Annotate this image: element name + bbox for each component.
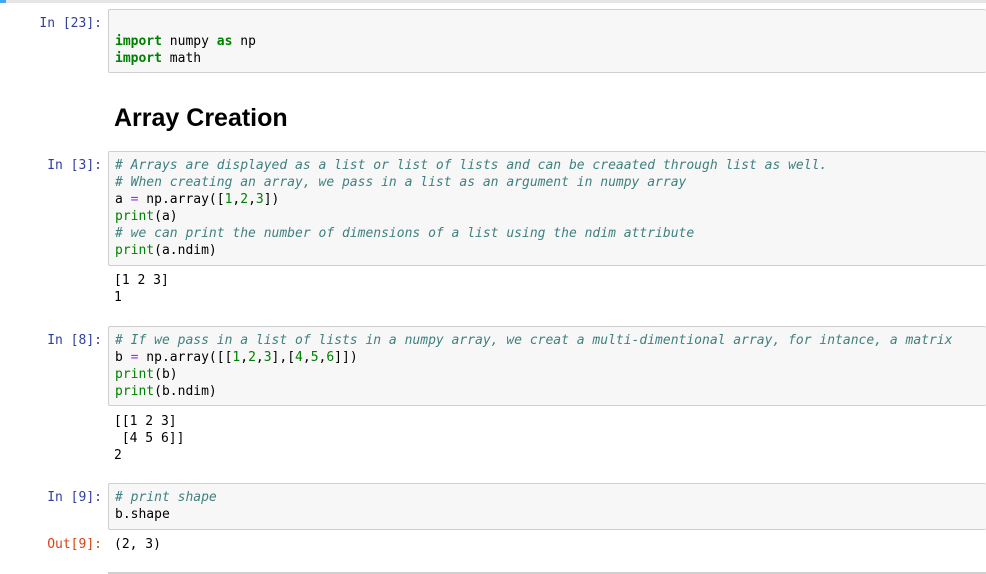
code-token: math (161, 51, 202, 66)
code-token: # Arrays are displayed as a list or list… (115, 158, 828, 173)
output-line: [1 2 3] (114, 273, 169, 288)
code-line: # we can print the number of dimensions … (115, 225, 827, 242)
code-token: 2 (240, 192, 249, 207)
code-token: , (255, 350, 264, 365)
cell-output: [[1 2 3] [4 5 6]] 2 (114, 413, 184, 464)
output-prompt: Out[9]: (47, 537, 102, 552)
code-token: numpy (161, 34, 217, 49)
code-token: , (302, 350, 311, 365)
code-token: 3 (255, 192, 264, 207)
code-token: 4 (295, 350, 303, 365)
code-token: # print shape (115, 490, 217, 505)
output-line: 2 (114, 448, 122, 463)
code-token: np.array([[ (138, 350, 233, 365)
code-token: ]) (263, 192, 280, 207)
code-token: # When creating an array, we pass in a l… (115, 175, 687, 190)
top-border (0, 0, 986, 3)
code-line: # When creating an array, we pass in a l… (115, 174, 827, 191)
code-token: , (240, 350, 249, 365)
code-token: print (115, 367, 155, 382)
cell-output: [1 2 3] 1 (114, 272, 169, 306)
code-token: # If we pass in a list of lists in a num… (115, 333, 953, 348)
code-line: # If we pass in a list of lists in a num… (115, 332, 952, 349)
input-prompt: In [8]: (47, 333, 102, 348)
input-prompt: In [23]: (39, 16, 102, 31)
code-input-area[interactable]: import numpy as np import math (108, 9, 986, 73)
input-prompt: In [9]: (47, 490, 102, 505)
code-token: a (115, 192, 131, 207)
code-token: import (115, 51, 162, 66)
code-token: (a.ndim) (154, 243, 217, 258)
code-line: import math (115, 50, 256, 67)
code-token: print (115, 384, 155, 399)
code-token: print (115, 209, 155, 224)
input-prompt: In [3]: (47, 158, 102, 173)
markdown-heading-array-creation: Array Creation (114, 104, 288, 132)
code-line: import numpy as np (115, 33, 256, 50)
code-line: print(b.ndim) (115, 383, 952, 400)
selected-cell-indicator (0, 0, 6, 3)
code-token: as (216, 34, 233, 49)
code-line: # Arrays are displayed as a list or list… (115, 157, 827, 174)
code-token: (b) (154, 367, 178, 382)
code-editor[interactable]: # Arrays are displayed as a list or list… (115, 157, 827, 259)
output-line: 1 (114, 290, 122, 305)
output-line: [4 5 6]] (114, 431, 185, 446)
code-token: np (232, 34, 256, 49)
code-line: print(a) (115, 208, 827, 225)
code-token: import (115, 34, 162, 49)
code-token: (a) (154, 209, 178, 224)
code-input-area[interactable]: # Arrays are displayed as a list or list… (108, 151, 986, 266)
code-token: b (115, 350, 131, 365)
code-token: ]]) (334, 350, 358, 365)
code-token: 5 (310, 350, 319, 365)
code-input-area[interactable]: # print shape b.shape (108, 483, 986, 530)
code-line: print(b) (115, 366, 952, 383)
code-line: # print shape (115, 489, 217, 506)
code-token: 6 (326, 350, 335, 365)
code-input-area[interactable]: # If we pass in a list of lists in a num… (108, 326, 986, 406)
code-line: b.shape (115, 506, 217, 523)
code-token: , (248, 192, 256, 207)
code-line: print(a.ndim) (115, 242, 827, 259)
output-line: [[1 2 3] (114, 414, 177, 429)
code-line: a = np.array([1,2,3]) (115, 191, 827, 208)
code-token: ],[ (271, 350, 296, 365)
code-token: np.array([ (138, 192, 225, 207)
code-token: print (115, 243, 155, 258)
code-editor[interactable]: # If we pass in a list of lists in a num… (115, 332, 952, 400)
code-token: (b.ndim) (154, 384, 217, 399)
code-token: b.shape (115, 507, 170, 522)
code-token: # we can print the number of dimensions … (115, 226, 695, 241)
code-token: 3 (263, 350, 272, 365)
code-editor[interactable]: # print shape b.shape (115, 489, 217, 523)
code-line: b = np.array([[1,2,3],[4,5,6]]) (115, 349, 952, 366)
output-line: (2, 3) (114, 537, 161, 552)
cell-output: (2, 3) (114, 536, 161, 553)
code-editor[interactable]: import numpy as np import math (115, 33, 256, 67)
code-token: 2 (248, 350, 256, 365)
